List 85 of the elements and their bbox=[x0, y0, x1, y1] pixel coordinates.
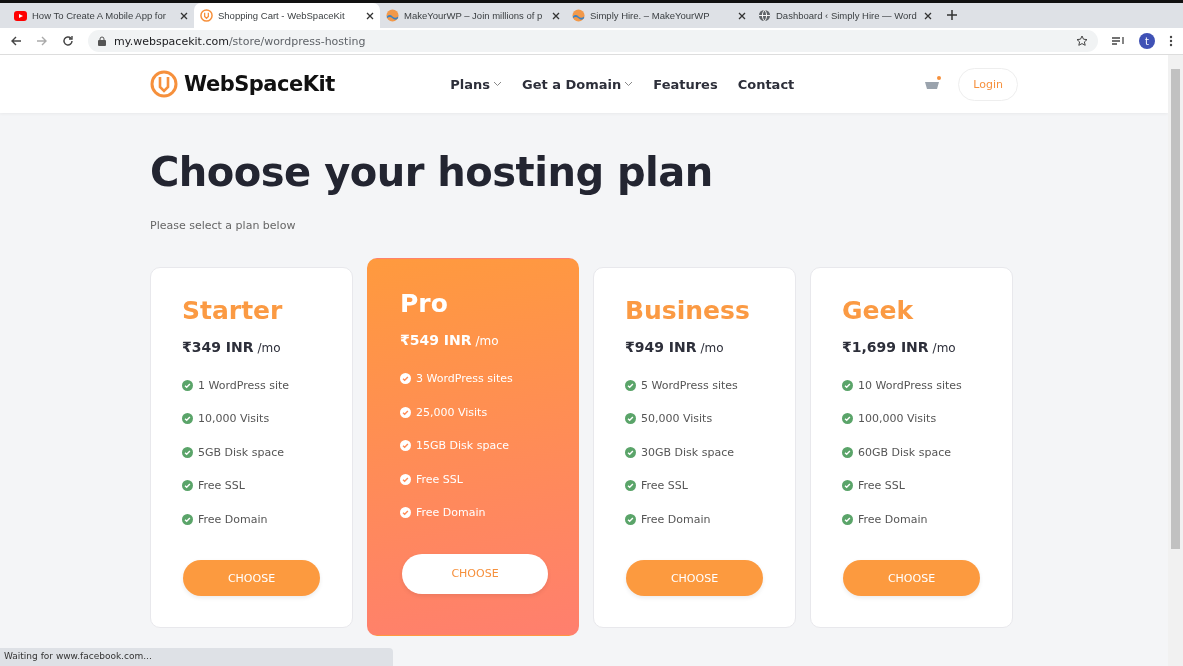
address-bar[interactable]: my.webspacekit.com/store/wordpress-hosting bbox=[88, 30, 1098, 52]
browser-tab[interactable]: Shopping Cart - WebSpaceKit bbox=[194, 3, 380, 28]
check-circle-icon bbox=[625, 446, 636, 458]
reload-icon[interactable] bbox=[62, 35, 74, 47]
check-circle-icon bbox=[182, 513, 193, 525]
logo-icon bbox=[150, 70, 178, 98]
check-circle-icon bbox=[400, 373, 411, 385]
plan-feature: 100,000 Visits bbox=[858, 412, 937, 426]
check-circle-icon bbox=[182, 379, 193, 391]
url-path: /store/wordpress-hosting bbox=[228, 34, 366, 48]
check-circle-icon bbox=[625, 413, 636, 425]
check-circle-icon bbox=[842, 513, 853, 525]
close-icon[interactable] bbox=[366, 11, 374, 20]
check-circle-icon bbox=[625, 379, 636, 391]
star-icon[interactable] bbox=[1076, 35, 1088, 47]
plan-feature: Free SSL bbox=[416, 472, 463, 486]
plan-feature: 5 WordPress sites bbox=[641, 378, 738, 392]
profile-avatar[interactable]: t bbox=[1139, 33, 1155, 49]
back-arrow-icon[interactable] bbox=[10, 35, 22, 47]
page-subtitle: Please select a plan below bbox=[150, 219, 297, 232]
browser-tab[interactable]: Simply Hire. – MakeYourWP bbox=[566, 3, 752, 28]
check-circle-icon bbox=[842, 413, 853, 425]
brand-name[interactable]: WebSpaceKit bbox=[184, 72, 335, 96]
plan-feature: 30GB Disk space bbox=[641, 445, 734, 459]
plan-price: ₹349 INR /mo bbox=[182, 338, 282, 355]
check-circle-icon bbox=[182, 480, 193, 492]
close-icon[interactable] bbox=[924, 11, 932, 20]
nav-link[interactable]: Plans bbox=[450, 76, 502, 92]
browser-tab[interactable]: MakeYourWP – Join millions of p bbox=[380, 3, 566, 28]
plan-price: ₹1,699 INR /mo bbox=[842, 338, 957, 355]
check-circle-icon bbox=[400, 440, 411, 452]
wave-icon bbox=[386, 9, 399, 22]
wave-icon bbox=[572, 9, 585, 22]
plan-name: Pro bbox=[400, 289, 449, 318]
check-circle-icon bbox=[842, 446, 853, 458]
video-icon bbox=[14, 10, 27, 21]
nav-link[interactable]: Contact bbox=[737, 76, 795, 92]
lock-icon bbox=[98, 36, 106, 46]
more-menu-icon[interactable] bbox=[1169, 35, 1173, 47]
check-circle-icon bbox=[625, 480, 636, 492]
close-icon[interactable] bbox=[180, 11, 188, 20]
plan-price: ₹549 INR /mo bbox=[400, 332, 500, 348]
check-circle-icon bbox=[182, 413, 193, 425]
plan-feature: Free SSL bbox=[198, 479, 245, 493]
plan-feature: 3 WordPress sites bbox=[416, 372, 513, 386]
plan-feature: Free Domain bbox=[198, 512, 268, 526]
plan-feature: Free Domain bbox=[641, 512, 711, 526]
media-list-icon[interactable] bbox=[1112, 35, 1125, 47]
page-title: Choose your hosting plan bbox=[150, 149, 714, 195]
basket-icon[interactable] bbox=[924, 76, 943, 92]
plan-feature: Free Domain bbox=[416, 506, 486, 520]
plan-feature: 10,000 Visits bbox=[198, 412, 270, 426]
plan-feature: Free SSL bbox=[858, 479, 905, 493]
nav-link[interactable]: Get a Domain bbox=[522, 76, 634, 92]
plan-name: Starter bbox=[182, 295, 284, 325]
plan-feature: Free SSL bbox=[641, 479, 688, 493]
url-host: my.webspacekit.com bbox=[114, 34, 229, 48]
plan-feature: 25,000 Visits bbox=[416, 405, 488, 419]
close-icon[interactable] bbox=[738, 11, 746, 20]
plan-feature: Free Domain bbox=[858, 512, 928, 526]
plan-name: Geek bbox=[842, 295, 915, 325]
plan-name: Business bbox=[625, 295, 751, 325]
plan-feature: 50,000 Visits bbox=[641, 412, 713, 426]
plan-feature: 1 WordPress site bbox=[198, 378, 290, 392]
check-circle-icon bbox=[182, 446, 193, 458]
globe-icon bbox=[758, 9, 771, 22]
check-circle-icon bbox=[400, 473, 411, 485]
browser-tab[interactable]: Dashboard ‹ Simply Hire — Word bbox=[752, 3, 938, 28]
check-circle-icon bbox=[400, 406, 411, 418]
plan-feature: 15GB Disk space bbox=[416, 439, 509, 453]
nav-link[interactable]: Features bbox=[653, 76, 718, 92]
logo-icon bbox=[200, 9, 213, 22]
new-tab-icon[interactable] bbox=[946, 9, 958, 21]
plan-feature: 60GB Disk space bbox=[858, 445, 951, 459]
status-bar: Waiting for www.facebook.com... bbox=[0, 648, 393, 666]
scrollbar-thumb[interactable] bbox=[1171, 69, 1180, 549]
browser-tab[interactable]: How To Create A Mobile App for bbox=[8, 3, 194, 28]
check-circle-icon bbox=[842, 379, 853, 391]
plan-feature: 5GB Disk space bbox=[198, 445, 284, 459]
check-circle-icon bbox=[842, 480, 853, 492]
close-icon[interactable] bbox=[552, 11, 560, 20]
check-circle-icon bbox=[400, 507, 411, 519]
check-circle-icon bbox=[625, 513, 636, 525]
plan-feature: 10 WordPress sites bbox=[858, 378, 962, 392]
plan-price: ₹949 INR /mo bbox=[625, 338, 725, 355]
